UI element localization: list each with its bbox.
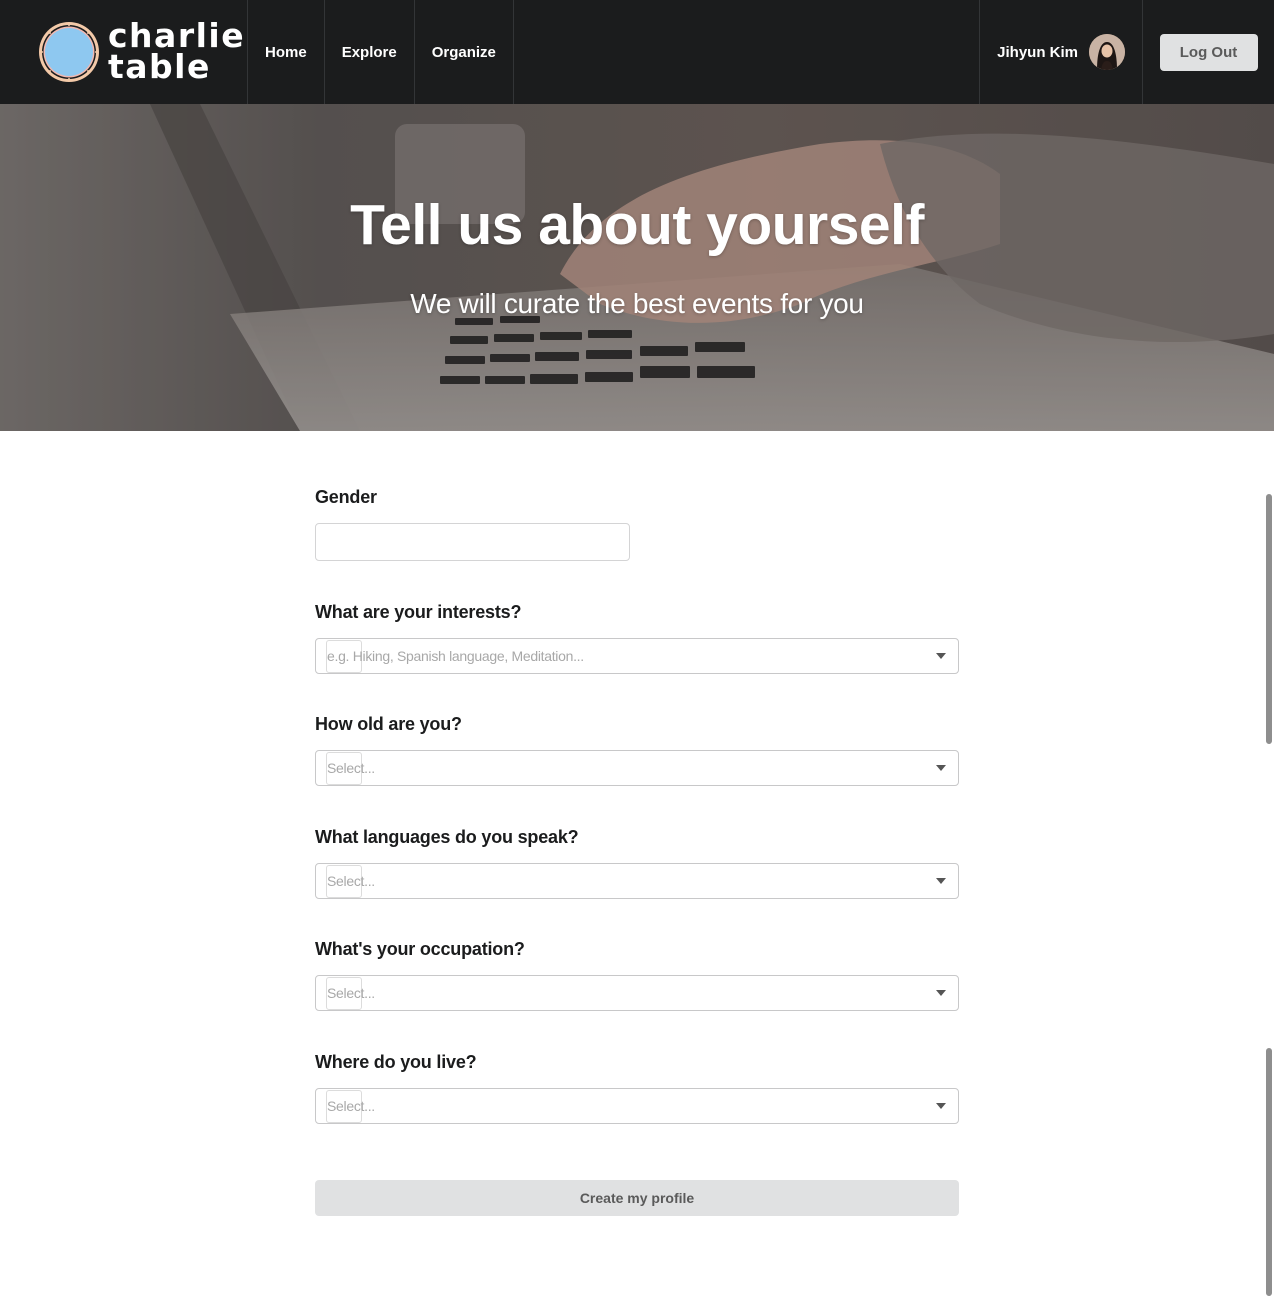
- logout-button[interactable]: Log Out: [1159, 33, 1258, 71]
- scrollbar-thumb-lower[interactable]: [1266, 1048, 1272, 1296]
- nav-item-home[interactable]: Home: [248, 0, 325, 104]
- user-menu[interactable]: Jihyun Kim: [979, 0, 1143, 104]
- logo-wordmark: charlie table: [108, 19, 245, 86]
- gender-label: Gender: [315, 487, 377, 507]
- top-navbar: charlie table Home Explore Organize Jihy…: [0, 0, 1274, 104]
- languages-select[interactable]: Select...: [315, 863, 959, 899]
- user-avatar-icon: [1089, 34, 1125, 70]
- hero-title: Tell us about yourself: [350, 193, 924, 257]
- age-select[interactable]: Select...: [315, 750, 959, 786]
- interests-label: What are your interests?: [315, 602, 522, 622]
- location-select[interactable]: Select...: [315, 1088, 959, 1124]
- logout-container: Log Out: [1143, 0, 1274, 104]
- hero-banner: Tell us about yourself We will curate th…: [0, 104, 1274, 431]
- nav-item-explore[interactable]: Explore: [325, 0, 415, 104]
- chevron-down-icon: [936, 765, 946, 771]
- nav-item-label: Home: [265, 43, 307, 61]
- chevron-down-icon: [936, 1103, 946, 1109]
- location-label: Where do you live?: [315, 1052, 477, 1072]
- age-placeholder: Select...: [327, 760, 375, 776]
- create-profile-button[interactable]: Create my profile: [315, 1180, 959, 1216]
- occupation-label: What's your occupation?: [315, 939, 525, 959]
- languages-label: What languages do you speak?: [315, 827, 579, 847]
- nav-item-label: Explore: [341, 43, 397, 61]
- user-name: Jihyun Kim: [997, 43, 1078, 61]
- logo-word-table: table: [108, 47, 211, 86]
- interests-placeholder: e.g. Hiking, Spanish language, Meditatio…: [327, 648, 584, 664]
- age-label: How old are you?: [315, 714, 462, 734]
- chevron-down-icon: [936, 878, 946, 884]
- location-placeholder: Select...: [327, 1098, 375, 1114]
- logo-circle-icon: [39, 22, 99, 82]
- avatar: [1089, 34, 1125, 70]
- occupation-placeholder: Select...: [327, 985, 375, 1001]
- nav-item-organize[interactable]: Organize: [415, 0, 514, 104]
- scrollbar-thumb-upper[interactable]: [1266, 494, 1272, 744]
- nav-item-label: Organize: [431, 43, 496, 61]
- chevron-down-icon: [936, 653, 946, 659]
- languages-placeholder: Select...: [327, 873, 375, 889]
- interests-select[interactable]: e.g. Hiking, Spanish language, Meditatio…: [315, 638, 959, 674]
- chevron-down-icon: [936, 990, 946, 996]
- hero-subtitle: We will curate the best events for you: [410, 288, 864, 319]
- occupation-select[interactable]: Select...: [315, 975, 959, 1011]
- gender-input[interactable]: [315, 523, 630, 561]
- laptop-typing-background-image: [0, 104, 1274, 431]
- charlie-table-logo[interactable]: charlie table: [0, 0, 248, 104]
